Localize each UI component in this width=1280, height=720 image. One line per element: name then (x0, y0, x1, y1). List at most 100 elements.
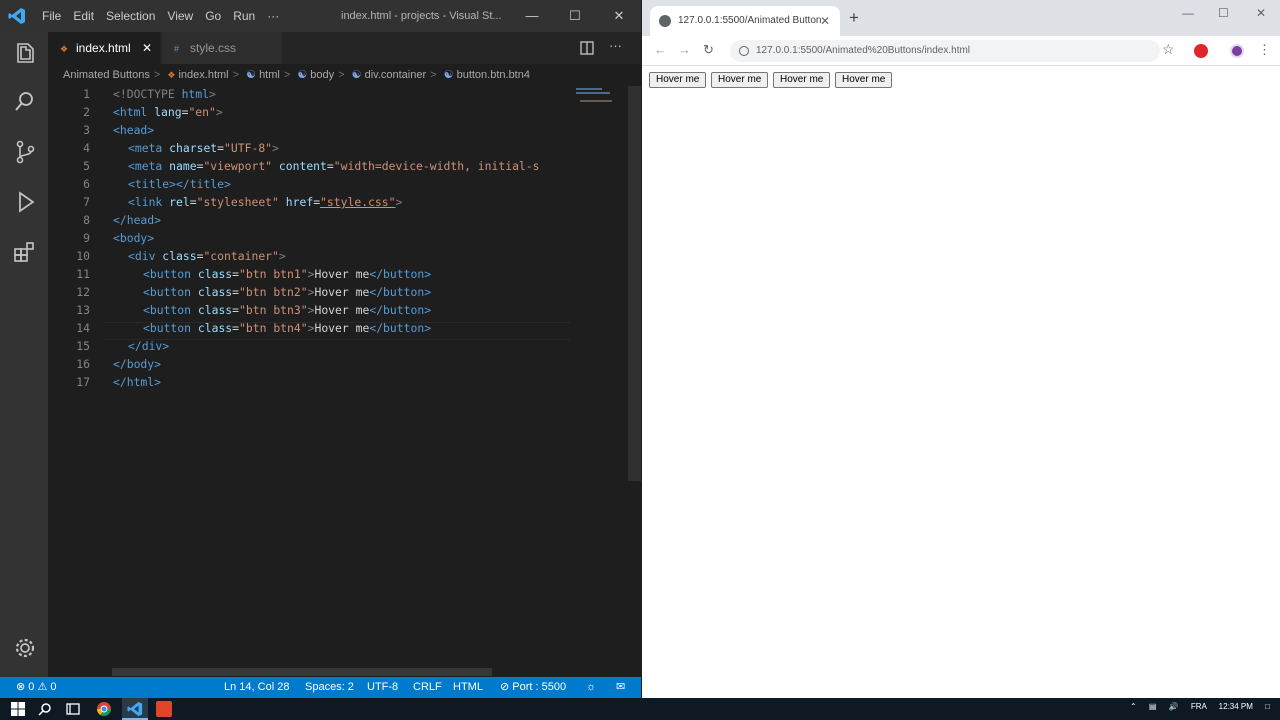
menu-edit[interactable]: Edit (73, 9, 94, 23)
minimap[interactable] (570, 86, 628, 672)
encoding[interactable]: UTF-8 (367, 677, 398, 698)
extensions-icon[interactable] (12, 239, 38, 265)
html-file-icon: ❖ (60, 44, 69, 54)
line-number: 14 (76, 321, 90, 335)
hover-button-1[interactable]: Hover me (649, 72, 707, 88)
line-number: 9 (83, 231, 90, 245)
reload-icon[interactable]: ↻ (703, 42, 714, 58)
volume-icon[interactable]: 🔊 (1169, 702, 1179, 711)
more-actions-icon[interactable]: ··· (609, 38, 622, 53)
line-number: 17 (76, 375, 90, 389)
notification-center-icon[interactable]: □ (1265, 702, 1270, 711)
hover-button-2[interactable]: Hover me (711, 72, 769, 88)
line-number: 12 (76, 285, 90, 299)
breadcrumb-item[interactable]: html (259, 69, 280, 81)
tab-index-html[interactable]: ❖ index.html ✕ (48, 32, 160, 64)
close-icon[interactable]: ✕ (609, 6, 629, 26)
vscode-menu-bar: File Edit Selection View Go Run ··· (42, 9, 291, 23)
line-number: 16 (76, 357, 90, 371)
horizontal-scrollbar[interactable] (112, 668, 492, 676)
code-line: <button class="btn btn4">Hover me</butto… (143, 321, 432, 335)
clock[interactable]: 12:34 PM (1219, 702, 1253, 711)
source-control-icon[interactable] (12, 139, 38, 165)
minimize-icon[interactable]: — (1182, 6, 1194, 20)
minimize-icon[interactable]: — (522, 6, 542, 26)
code-line: <html lang="en"> (113, 105, 223, 119)
tray-up-icon[interactable]: ⌃ (1130, 702, 1137, 711)
problems-count[interactable]: ⊗ 0 ⚠ 0 (16, 677, 56, 698)
forward-icon[interactable]: → (678, 42, 691, 57)
notifications-icon[interactable]: ✉ (616, 677, 625, 698)
breadcrumb-item[interactable]: div.container (365, 69, 427, 81)
line-number: 13 (76, 303, 90, 317)
code-editor[interactable]: 1 2 3 4 5 6 7 8 9 10 11 12 13 14 15 16 1… (48, 86, 570, 672)
menu-view[interactable]: View (167, 9, 193, 23)
vscode-titlebar: File Edit Selection View Go Run ··· inde… (0, 0, 641, 32)
line-ending[interactable]: CRLF (413, 677, 442, 698)
status-bar: ⊗ 0 ⚠ 0 Ln 14, Col 28 Spaces: 2 UTF-8 CR… (0, 677, 641, 698)
chrome-app-icon[interactable] (96, 701, 112, 717)
app-icon[interactable] (156, 701, 172, 717)
editor-tabs: ❖ index.html ✕ # style.css ··· (48, 32, 641, 64)
code-line: <head> (113, 123, 155, 137)
bookmark-star-icon[interactable]: ☆ (1162, 41, 1175, 58)
new-tab-icon[interactable]: + (849, 8, 859, 28)
explorer-icon[interactable] (12, 40, 38, 66)
split-editor-icon[interactable] (580, 41, 594, 55)
adblock-extension-icon[interactable] (1194, 44, 1208, 58)
menu-run[interactable]: Run (233, 9, 255, 23)
globe-icon (659, 15, 671, 27)
language-indicator[interactable]: FRA (1191, 702, 1207, 711)
web-page-content: Hover me Hover me Hover me Hover me (642, 66, 1280, 698)
tab-label: index.html (76, 41, 131, 55)
menu-go[interactable]: Go (205, 9, 221, 23)
hover-button-4[interactable]: Hover me (835, 72, 893, 88)
element-icon: ☯ (297, 69, 308, 81)
search-icon[interactable] (12, 89, 38, 115)
line-number: 6 (83, 177, 90, 191)
menu-more[interactable]: ··· (267, 9, 279, 23)
close-icon[interactable]: ✕ (1256, 6, 1266, 20)
hover-button-3[interactable]: Hover me (773, 72, 831, 88)
site-info-icon[interactable] (739, 46, 749, 56)
menu-file[interactable]: File (42, 9, 61, 23)
task-view-icon[interactable] (65, 701, 81, 717)
live-server-port[interactable]: ⊘ Port : 5500 (500, 677, 566, 698)
maximize-icon[interactable]: ☐ (1218, 6, 1229, 20)
language-mode[interactable]: HTML (453, 677, 483, 698)
browser-tab-title: 127.0.0.1:5500/Animated Button (678, 15, 822, 26)
tab-style-css[interactable]: # style.css (162, 32, 282, 64)
code-line: <link rel="stylesheet" href="style.css"> (128, 195, 403, 209)
back-icon[interactable]: ← (654, 42, 667, 57)
profile-avatar[interactable] (1230, 44, 1244, 58)
menu-selection[interactable]: Selection (106, 9, 155, 23)
network-icon[interactable]: ▤ (1149, 702, 1157, 711)
line-number: 5 (83, 159, 90, 173)
windows-start-icon[interactable] (10, 701, 26, 717)
browser-tab[interactable]: 127.0.0.1:5500/Animated Button ✕ (650, 6, 840, 36)
breadcrumb-item[interactable]: body (310, 69, 334, 81)
cursor-position[interactable]: Ln 14, Col 28 (224, 677, 289, 698)
window-title: index.html - projects - Visual St... (341, 10, 502, 22)
tab-label: style.css (190, 41, 237, 55)
settings-gear-icon[interactable] (12, 635, 38, 661)
code-line: </head> (113, 213, 162, 227)
vertical-scrollbar[interactable] (628, 86, 641, 481)
code-line: </body> (113, 357, 162, 371)
indentation[interactable]: Spaces: 2 (305, 677, 354, 698)
feedback-icon[interactable]: ☼ (586, 677, 596, 698)
vscode-app-icon[interactable] (127, 701, 143, 717)
breadcrumb-item[interactable]: Animated Buttons (63, 69, 150, 81)
chrome-toolbar: ← → ↻ 127.0.0.1:5500/Animated%20Buttons/… (642, 36, 1280, 66)
vscode-window: File Edit Selection View Go Run ··· inde… (0, 0, 641, 698)
run-debug-icon[interactable] (12, 189, 38, 215)
code-line: <button class="btn btn3">Hover me</butto… (143, 303, 432, 317)
tab-close-icon[interactable]: ✕ (142, 41, 152, 55)
breadcrumb-item[interactable]: button.btn.btn4 (457, 69, 530, 81)
chrome-menu-icon[interactable]: ⋮ (1258, 42, 1271, 58)
tab-close-icon[interactable]: ✕ (820, 6, 830, 36)
breadcrumb-item[interactable]: index.html (178, 69, 228, 81)
address-bar[interactable]: 127.0.0.1:5500/Animated%20Buttons/index.… (730, 40, 1160, 62)
search-icon[interactable] (37, 701, 53, 717)
maximize-icon[interactable]: ☐ (565, 6, 585, 26)
